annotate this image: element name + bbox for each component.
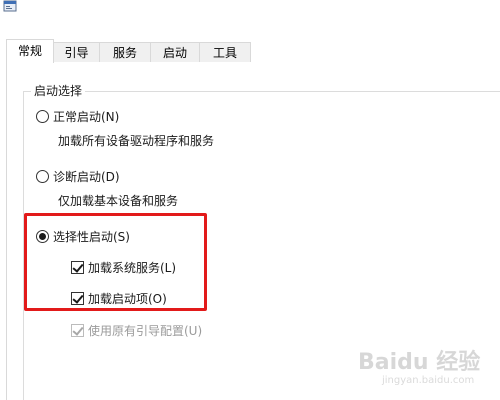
normal-startup-description: 加载所有设备驱动程序和服务 <box>58 134 215 148</box>
radio-icon <box>36 110 49 123</box>
red-highlight-annotation <box>24 213 207 311</box>
tab-general[interactable]: 常规 <box>6 39 54 63</box>
use-original-boot-config-label: 使用原有引导配置(U) <box>88 324 203 338</box>
tab-startup[interactable]: 启动 <box>150 42 200 63</box>
diagnostic-startup-label: 诊断启动(D) <box>53 170 120 184</box>
msconfig-window-icon <box>3 0 17 12</box>
title-bar <box>0 0 500 32</box>
normal-startup-radio[interactable]: 正常启动(N) <box>36 109 119 125</box>
tab-tools[interactable]: 工具 <box>199 42 251 63</box>
diagnostic-startup-description: 仅加载基本设备和服务 <box>58 194 179 208</box>
checkbox-disabled-icon <box>71 324 84 337</box>
tab-boot[interactable]: 引导 <box>53 42 100 63</box>
use-original-boot-config-checkbox: 使用原有引导配置(U) <box>71 323 202 339</box>
watermark-url: jingyan.baidu.com <box>382 375 475 386</box>
tab-services[interactable]: 服务 <box>99 42 151 63</box>
tab-strip: 常规 引导 服务 启动 工具 <box>6 39 500 63</box>
group-title: 启动选择 <box>31 83 86 99</box>
baidu-watermark: Baidu 经验 jingyan.baidu.com <box>358 342 496 394</box>
watermark-logo-text: Baidu 经验 <box>358 350 481 375</box>
diagnostic-startup-radio[interactable]: 诊断启动(D) <box>36 169 120 185</box>
radio-icon <box>36 170 49 183</box>
normal-startup-label: 正常启动(N) <box>53 110 120 124</box>
